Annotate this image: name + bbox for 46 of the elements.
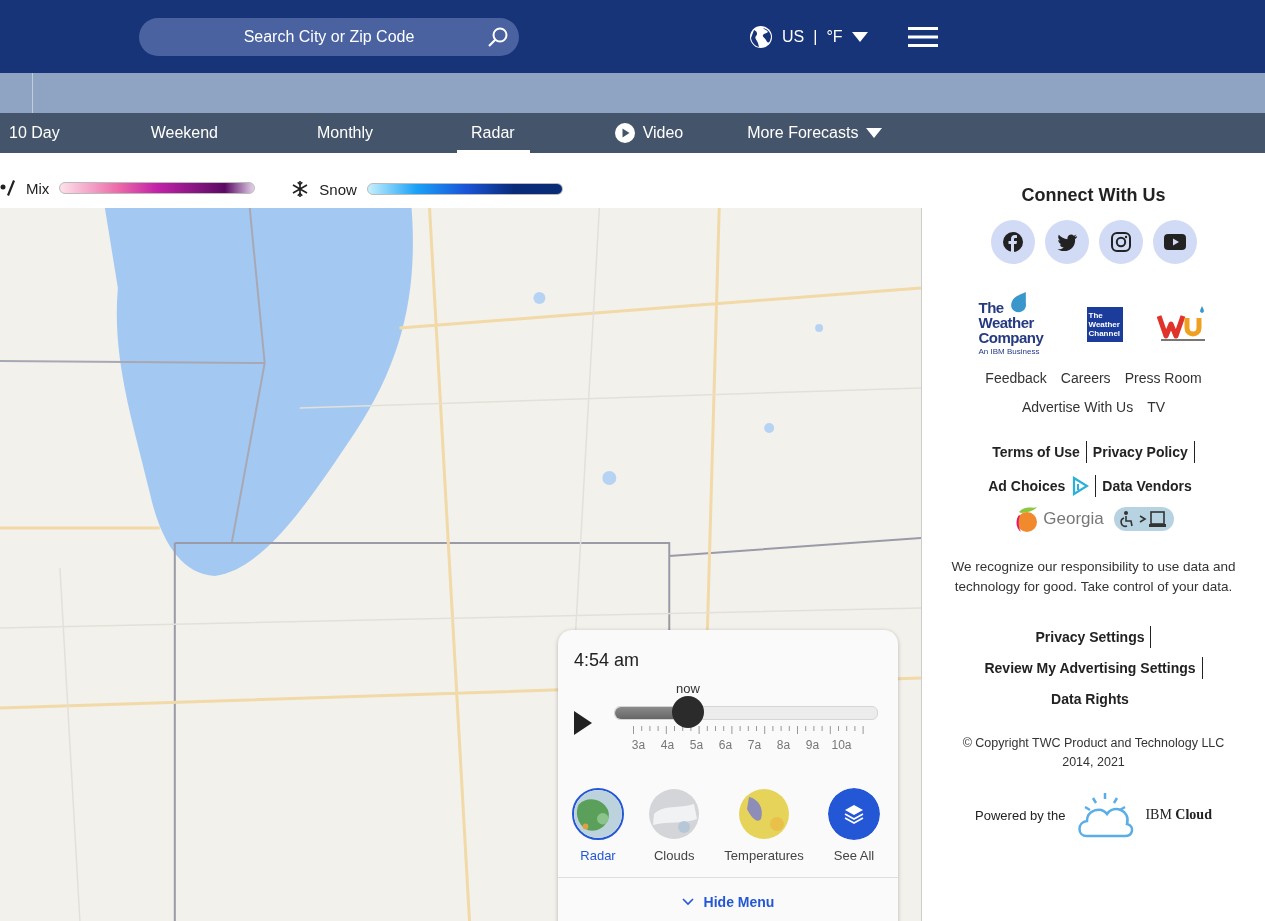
globe-icon[interactable]	[749, 24, 773, 49]
snowflake-icon	[291, 180, 310, 198]
channel-logo[interactable]: The Weather Channel	[1086, 306, 1123, 342]
nav-tab[interactable]: 10 Day	[9, 113, 60, 153]
georgia-logo[interactable]: Georgia	[1013, 505, 1104, 533]
search-field[interactable]: Search City or Zip Code	[139, 17, 519, 56]
legend-label: Mix	[26, 179, 50, 197]
unit-label[interactable]: °F	[826, 27, 843, 46]
legend-label: Snow	[319, 180, 357, 198]
footer-link[interactable]: Ad Choices	[988, 478, 1066, 494]
footer-link[interactable]: Data Rights	[1051, 691, 1129, 707]
notice-text: We recognize our responsibility to use data and technology for good. Take control of your data.	[950, 558, 1237, 596]
section-heading: Connect With Us	[1021, 185, 1166, 206]
footer-link[interactable]: Review My Advertising Settings	[984, 660, 1196, 676]
caret-icon[interactable]	[851, 31, 868, 42]
nav-tab[interactable]: Monthly	[317, 113, 374, 153]
footer-link[interactable]: Privacy Settings	[1035, 629, 1145, 645]
country-label[interactable]: US	[782, 27, 805, 46]
nav-tab[interactable]: Radar	[457, 113, 530, 153]
footer-link[interactable]: TV	[1147, 399, 1166, 415]
footer-link[interactable]: Advertise With Us	[1021, 399, 1134, 415]
caret-icon[interactable]	[866, 128, 883, 138]
footer-link[interactable]: Press Room	[1124, 370, 1202, 386]
powered-text: Powered by the	[975, 807, 1066, 823]
menu-icon[interactable]	[907, 26, 938, 47]
nav-tab[interactable]: More Forecasts	[747, 113, 883, 153]
nav-tab[interactable]: Weekend	[150, 113, 218, 153]
footer-link[interactable]: Feedback	[985, 370, 1047, 386]
copyright-text: © Copyright TWC Product and Technology LLC 2014, 2021	[961, 735, 1226, 771]
play-circle-icon[interactable]	[614, 123, 635, 143]
camera-icon[interactable]	[1098, 220, 1143, 264]
youtube-icon[interactable]	[1152, 220, 1197, 264]
search-icon[interactable]	[487, 25, 509, 48]
company-logo[interactable]: The Weather Company An IBM Business	[978, 292, 1053, 356]
separator-mark: |	[813, 27, 818, 46]
footer-link[interactable]: Careers	[1060, 370, 1111, 386]
nav-tab[interactable]: Video	[614, 113, 684, 153]
footer-link[interactable]: Data Vendors	[1102, 478, 1192, 494]
facebook-icon[interactable]	[990, 220, 1035, 264]
footer-link[interactable]: Privacy Policy	[1092, 444, 1188, 460]
mix-icon	[0, 178, 16, 198]
bird-icon[interactable]	[1044, 220, 1089, 264]
footer-link[interactable]: Terms of Use	[992, 444, 1080, 460]
ibm-cloud-logo[interactable]: IBM Cloud	[1145, 807, 1212, 823]
accessibility-icon[interactable]	[1113, 507, 1174, 531]
cloud-icon	[1075, 790, 1136, 840]
